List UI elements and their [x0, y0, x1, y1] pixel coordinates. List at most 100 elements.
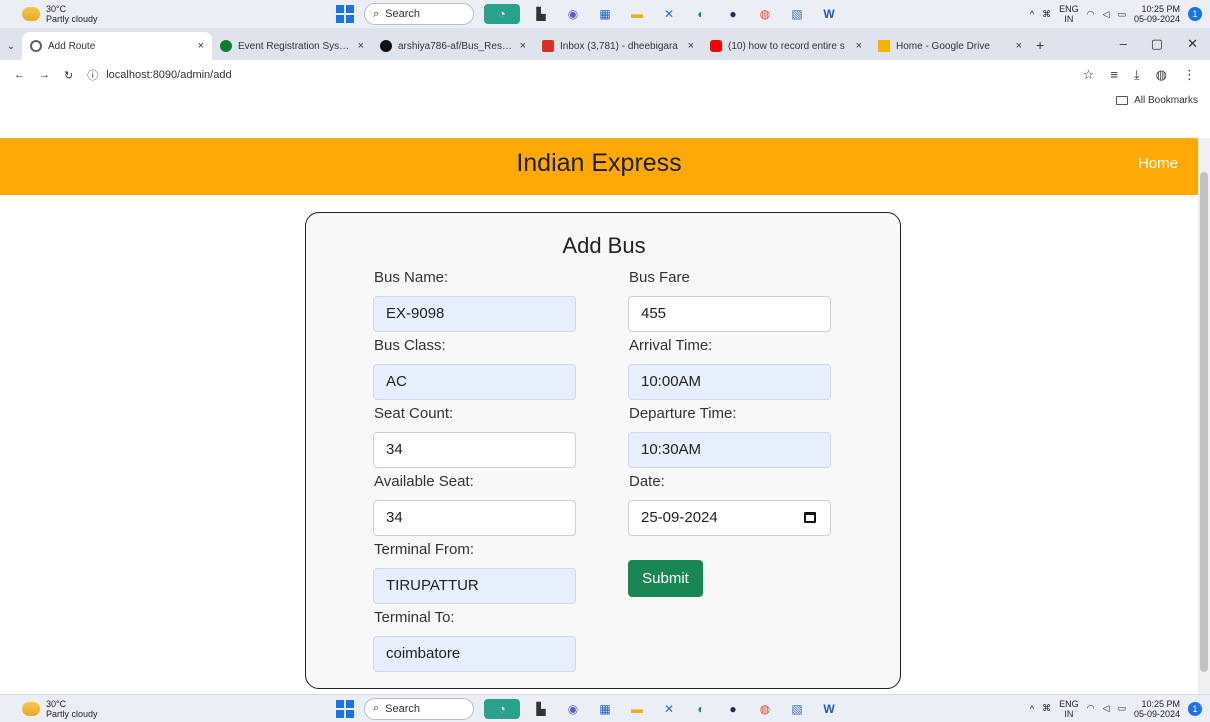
- seat-count-input[interactable]: 34: [373, 432, 576, 468]
- chrome-icon[interactable]: ◍: [754, 4, 776, 24]
- clock[interactable]: 10:25 PM 05-09-2024: [1134, 4, 1180, 24]
- file-explorer-icon[interactable]: ▬: [626, 4, 648, 24]
- eclipse-icon[interactable]: ●: [722, 4, 744, 24]
- terminal-to-input[interactable]: coimbatore: [373, 636, 576, 672]
- eclipse-icon[interactable]: ●: [722, 699, 744, 719]
- profile-avatar-icon[interactable]: ◍: [1156, 67, 1167, 83]
- close-tab-icon[interactable]: ×: [688, 40, 694, 52]
- windows-start-icon[interactable]: [336, 5, 354, 23]
- close-tab-icon[interactable]: ×: [856, 40, 862, 52]
- tab-github[interactable]: arshiya786-af/Bus_Reserva ×: [372, 32, 534, 60]
- close-tab-icon[interactable]: ×: [1016, 40, 1022, 52]
- departure-time-input[interactable]: 10:30AM: [628, 432, 831, 468]
- snipping-tool-icon[interactable]: ✕: [658, 699, 680, 719]
- notification-badge[interactable]: 1: [1188, 701, 1202, 716]
- tab-google-drive[interactable]: Home - Google Drive ×: [870, 32, 1030, 60]
- word-icon[interactable]: W: [818, 699, 840, 719]
- youtube-icon: [710, 40, 722, 52]
- terminal-from-label: Terminal From:: [374, 541, 475, 558]
- vscode-icon[interactable]: ▧: [786, 4, 808, 24]
- bus-fare-input[interactable]: 455: [628, 296, 831, 332]
- date-value: 25-09-2024: [641, 509, 718, 526]
- taskbar-search[interactable]: ⌕ Search: [364, 3, 474, 25]
- bus-fare-label: Bus Fare: [629, 269, 690, 286]
- tab-title: arshiya786-af/Bus_Reserva: [398, 40, 514, 52]
- maximize-icon[interactable]: ▢: [1151, 36, 1163, 52]
- url-text[interactable]: localhost:8090/admin/add: [106, 69, 231, 81]
- teams-icon[interactable]: ◉: [562, 4, 584, 24]
- task-view-icon[interactable]: ▙: [530, 699, 552, 719]
- taskbar-search[interactable]: ⌕ Search: [364, 697, 474, 720]
- reload-icon[interactable]: ↻: [64, 69, 73, 82]
- close-tab-icon[interactable]: ×: [358, 40, 364, 52]
- tab-add-route[interactable]: Add Route ×: [22, 32, 212, 60]
- network-icon[interactable]: ⌘: [1042, 703, 1051, 714]
- store-icon[interactable]: ▦: [594, 699, 616, 719]
- weather-widget[interactable]: 30°C Partly cloudy: [22, 699, 98, 719]
- download-icon[interactable]: ⤓: [1134, 67, 1140, 83]
- url-field[interactable]: ⓘ localhost:8090/admin/add: [87, 67, 231, 83]
- new-tab-button[interactable]: +: [1036, 37, 1044, 53]
- bus-class-input[interactable]: AC: [373, 364, 576, 400]
- bookmark-star-icon[interactable]: ☆: [1083, 67, 1095, 83]
- scrollbar-thumb[interactable]: [1200, 172, 1208, 672]
- chevron-up-icon[interactable]: ^: [1030, 9, 1034, 19]
- reading-list-icon[interactable]: ≡: [1110, 67, 1118, 83]
- volume-icon[interactable]: ◁: [1103, 703, 1110, 714]
- nav-home-link[interactable]: Home: [1138, 155, 1178, 172]
- chrome-icon[interactable]: ◍: [754, 699, 776, 719]
- tab-search-icon[interactable]: ⌄: [0, 41, 22, 52]
- page-scrollbar[interactable]: [1198, 138, 1210, 694]
- tab-gmail[interactable]: Inbox (3,781) - dheebigara ×: [534, 32, 702, 60]
- tab-title: (10) how to record entire s: [728, 40, 845, 52]
- battery-icon[interactable]: ▭: [1117, 9, 1126, 20]
- clock-time: 10:25 PM: [1141, 698, 1180, 709]
- snipping-tool-icon[interactable]: ✕: [658, 4, 680, 24]
- tab-event-registration[interactable]: Event Registration System ×: [212, 32, 372, 60]
- network-icon[interactable]: ⌘: [1042, 9, 1051, 20]
- weather-desc: Partly cloudy: [46, 708, 98, 719]
- close-tab-icon[interactable]: ×: [198, 40, 204, 52]
- info-icon: ⓘ: [87, 70, 99, 82]
- taskbar-bottom: 30°C Partly cloudy ⌕ Search ◔ ▙ ◉ ▦ ▬ ✕ ◐ …: [0, 694, 1210, 722]
- close-window-icon[interactable]: ✕: [1187, 36, 1198, 52]
- calendar-icon[interactable]: [804, 512, 816, 523]
- chevron-up-icon[interactable]: ^: [1030, 704, 1034, 714]
- battery-icon[interactable]: ▭: [1117, 703, 1126, 714]
- back-icon[interactable]: ←: [14, 69, 25, 81]
- wifi-icon[interactable]: ◠: [1087, 9, 1095, 20]
- tab-title: Add Route: [48, 40, 96, 52]
- windows-start-icon[interactable]: [336, 699, 354, 718]
- task-view-icon[interactable]: ▙: [530, 4, 552, 24]
- minimize-icon[interactable]: –: [1120, 36, 1127, 52]
- word-icon[interactable]: W: [818, 4, 840, 24]
- edge-icon[interactable]: ◐: [690, 699, 712, 719]
- close-tab-icon[interactable]: ×: [520, 40, 526, 52]
- volume-icon[interactable]: ◁: [1103, 9, 1110, 20]
- widgets-app-icon[interactable]: ◔: [484, 698, 520, 719]
- clock[interactable]: 10:25 PM 05-09-2024: [1134, 699, 1180, 719]
- edge-icon[interactable]: ◐: [690, 4, 712, 24]
- weather-widget[interactable]: 30°C Partly cloudy: [22, 4, 98, 24]
- menu-icon[interactable]: ⋮: [1183, 67, 1196, 83]
- wifi-icon[interactable]: ◠: [1087, 703, 1095, 714]
- browser-tab-bar: ⌄ Add Route × Event Registration System …: [0, 28, 1210, 60]
- date-input[interactable]: 25-09-2024: [628, 500, 831, 536]
- submit-button[interactable]: Submit: [628, 560, 703, 597]
- arrival-time-label: Arrival Time:: [629, 337, 713, 354]
- forward-icon[interactable]: →: [39, 69, 50, 81]
- terminal-from-input[interactable]: TIRUPATTUR: [373, 568, 576, 604]
- available-seat-input[interactable]: 34: [373, 500, 576, 536]
- bus-name-input[interactable]: EX-9098: [373, 296, 576, 332]
- teams-icon[interactable]: ◉: [562, 699, 584, 719]
- vscode-icon[interactable]: ▧: [786, 699, 808, 719]
- notification-badge[interactable]: 1: [1188, 7, 1202, 21]
- widgets-app-icon[interactable]: ◔: [484, 4, 520, 24]
- file-explorer-icon[interactable]: ▬: [626, 699, 648, 719]
- arrival-time-input[interactable]: 10:00AM: [628, 364, 831, 400]
- all-bookmarks[interactable]: All Bookmarks: [1116, 95, 1198, 106]
- lang-bottom: IN: [1064, 708, 1074, 719]
- date-label: Date:: [629, 473, 665, 490]
- tab-youtube[interactable]: (10) how to record entire s ×: [702, 32, 870, 60]
- store-icon[interactable]: ▦: [594, 4, 616, 24]
